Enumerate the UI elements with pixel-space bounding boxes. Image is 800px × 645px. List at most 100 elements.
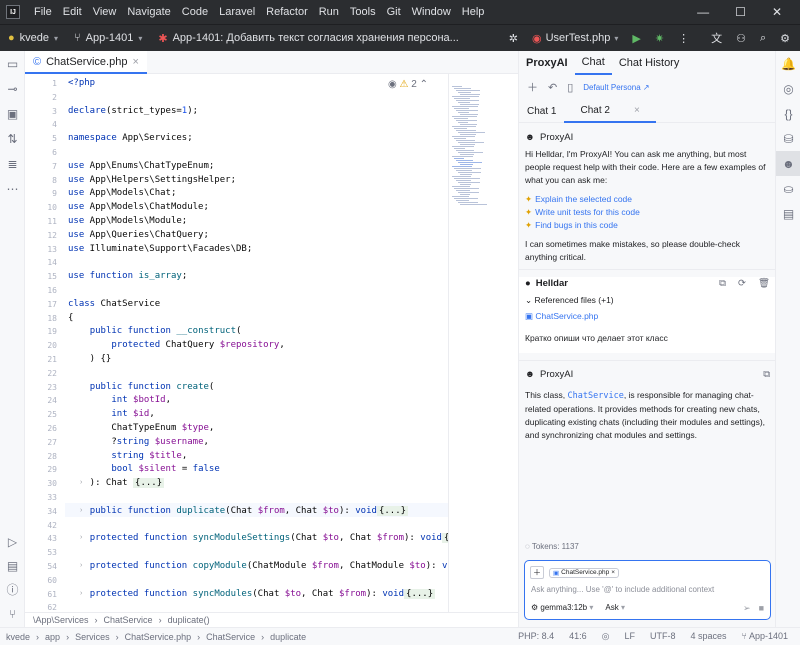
menu-edit[interactable]: Edit — [63, 6, 82, 18]
code-line[interactable]: protected function copyModule(ChatModule… — [68, 561, 448, 571]
code-line[interactable]: protected function syncModuleSettings(Ch… — [68, 533, 448, 544]
commit-icon[interactable]: ⊸ — [0, 76, 25, 101]
add-attachment-icon[interactable]: ＋ — [530, 566, 544, 579]
project-selector[interactable]: ● kvede ▾ — [0, 32, 66, 44]
regenerate-icon[interactable]: ⟳ — [738, 277, 746, 290]
chat-tab-2[interactable]: Chat 2 × — [564, 100, 656, 123]
menu-run[interactable]: Run — [319, 6, 339, 18]
undo-icon[interactable]: ↶ — [548, 81, 557, 94]
code-line[interactable]: use App\Helpers\SettingsHelper; — [68, 175, 236, 185]
run-config-selector[interactable]: ◉ UserTest.php ▾ — [532, 32, 618, 45]
breadcrumb-class[interactable]: ChatService — [104, 615, 153, 625]
status-crumb[interactable]: ChatService — [206, 632, 255, 642]
code-line[interactable]: bool $silent = false — [68, 464, 219, 474]
tab-proxyai[interactable]: ProxyAI — [519, 51, 575, 75]
close-icon[interactable]: ✕ — [772, 5, 782, 19]
code-line[interactable]: use Illuminate\Support\Facades\DB; — [68, 244, 252, 254]
php-version[interactable]: PHP: 8.4 — [518, 631, 554, 642]
structure-icon[interactable]: ▣ — [0, 101, 25, 126]
status-crumb[interactable]: app — [45, 632, 60, 642]
code-line[interactable]: use App\Enums\ChatTypeEnum; — [68, 161, 214, 171]
problems-icon[interactable]: ⓘ — [0, 577, 25, 602]
editor-tab-chatservice[interactable]: © ChatService.php × — [25, 51, 147, 74]
add-user-icon[interactable]: ⚇ — [736, 32, 746, 45]
ai-status-icon[interactable]: ◎ — [602, 631, 610, 642]
more-tools-icon[interactable]: ⋯ — [0, 176, 25, 201]
suggestion-explain[interactable]: ✦ Explain the selected code — [525, 193, 770, 206]
suggestion-bugs[interactable]: ✦ Find bugs in this code — [525, 219, 770, 232]
more-icon[interactable]: ⋮ — [678, 32, 689, 45]
vcs-branch[interactable]: ⑂ App-1401 — [742, 631, 788, 642]
code-line[interactable]: ): Chat {...} — [68, 478, 165, 489]
database-icon[interactable]: ≣ — [0, 151, 25, 176]
menu-navigate[interactable]: Navigate — [127, 6, 170, 18]
menu-code[interactable]: Code — [182, 6, 208, 18]
attached-file-chip[interactable]: ▣ ChatService.php × — [549, 567, 620, 578]
code-line[interactable]: int $botId, — [68, 395, 171, 405]
code-line[interactable]: use App\Models\ChatModule; — [68, 202, 209, 212]
debug-bug-icon[interactable]: ✲ — [509, 32, 518, 45]
code-line[interactable]: string $title, — [68, 451, 187, 461]
code-editor[interactable]: <?php declare(strict_types=1); namespace A… — [65, 74, 448, 612]
ref-file-link[interactable]: ▣ ChatService.php — [525, 310, 770, 323]
toolbox-icon[interactable]: ⛀ — [776, 176, 800, 201]
status-crumb[interactable]: ChatService.php — [125, 632, 192, 642]
stop-icon[interactable]: ■ — [759, 603, 764, 614]
task-selector[interactable]: ✱ App-1401: Добавить текст согласия хран… — [150, 32, 466, 45]
pull-request-icon[interactable]: ⇅ — [0, 126, 25, 151]
branch-selector[interactable]: ⑂ App-1401 ▾ — [66, 32, 150, 44]
code-line[interactable]: namespace App\Services; — [68, 133, 193, 143]
code-line[interactable]: public function create( — [68, 382, 215, 392]
referenced-files[interactable]: ⌄ Referenced files (+1) — [525, 294, 770, 307]
sidebar-icon[interactable]: ▯ — [567, 81, 573, 94]
indent-setting[interactable]: 4 spaces — [691, 631, 727, 642]
code-line[interactable]: ?string $username, — [68, 437, 209, 447]
chat-tab-1[interactable]: Chat 1 — [519, 101, 564, 123]
close-icon[interactable]: × — [611, 569, 615, 576]
menu-file[interactable]: File — [34, 6, 52, 18]
model-selector[interactable]: ⚙ gemma3:12b ▾ — [531, 603, 593, 612]
chat-input-box[interactable]: ＋ ▣ ChatService.php × Ask anything... Us… — [524, 560, 771, 620]
code-line[interactable]: ) {} — [68, 354, 112, 364]
terminal-icon[interactable]: ▤ — [0, 553, 25, 578]
menu-laravel[interactable]: Laravel — [219, 6, 255, 18]
copy-icon[interactable]: ⧉ — [719, 277, 726, 290]
minimize-icon[interactable]: — — [697, 5, 709, 19]
add-icon[interactable]: ＋ — [527, 79, 538, 95]
run-tool-icon[interactable]: ▷ — [0, 529, 25, 554]
send-icon[interactable]: ➢ — [743, 603, 751, 614]
inspection-widget[interactable]: ◉ ⚠ 2 ⌃ — [388, 79, 428, 90]
status-crumb[interactable]: kvede — [6, 632, 30, 642]
code-line[interactable]: class ChatService — [68, 299, 160, 309]
code-line[interactable]: { — [68, 313, 73, 323]
status-crumb[interactable]: duplicate — [270, 632, 306, 642]
status-crumb[interactable]: Services — [75, 632, 110, 642]
ai-assistant-icon[interactable]: ◎ — [776, 76, 800, 101]
suggestion-tests[interactable]: ✦ Write unit tests for this code — [525, 206, 770, 219]
code-line[interactable]: protected ChatQuery $repository, — [68, 340, 284, 350]
code-line[interactable]: ChatTypeEnum $type, — [68, 423, 214, 433]
tab-chat[interactable]: Chat — [574, 51, 612, 75]
json-icon[interactable]: {} — [776, 101, 800, 126]
translate-icon[interactable]: 文 — [711, 30, 722, 46]
code-line[interactable]: use App\Models\Chat; — [68, 188, 176, 198]
database-icon[interactable]: ⛁ — [776, 126, 800, 151]
tab-chat-history[interactable]: Chat History — [612, 51, 687, 75]
menu-refactor[interactable]: Refactor — [266, 6, 308, 18]
proxyai-tool-icon[interactable]: ☻ — [776, 151, 800, 176]
code-line[interactable]: use App\Models\Module; — [68, 216, 187, 226]
code-line[interactable]: public function __construct( — [68, 326, 242, 336]
chat-input-placeholder[interactable]: Ask anything... Use '@' to include addit… — [531, 585, 714, 594]
breadcrumb-method[interactable]: duplicate() — [168, 615, 210, 625]
search-icon[interactable]: ⌕ — [760, 32, 766, 45]
notifications-icon[interactable]: 🔔 — [776, 51, 800, 76]
code-line[interactable]: use function is_array; — [68, 271, 187, 281]
caret-position[interactable]: 41:6 — [569, 631, 587, 642]
menu-view[interactable]: View — [93, 6, 117, 18]
code-line[interactable]: int $id, — [68, 409, 154, 419]
code-line[interactable]: <?php — [68, 78, 95, 88]
project-folder-icon[interactable]: ▭ — [0, 51, 25, 76]
document-icon[interactable]: ▤ — [776, 201, 800, 226]
close-tab-icon[interactable]: × — [626, 100, 648, 122]
menu-git[interactable]: Git — [387, 6, 401, 18]
